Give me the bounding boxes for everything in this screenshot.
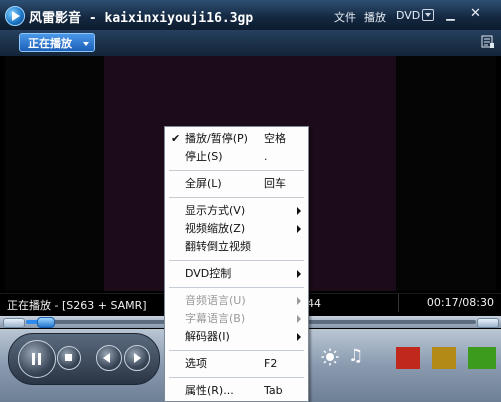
app-logo-icon [5, 6, 25, 26]
menu-item-label: 显示方式(V) [185, 204, 246, 217]
menu-item-label: DVD控制 [185, 267, 232, 280]
stop-button[interactable] [57, 346, 81, 370]
submenu-arrow-icon [297, 315, 301, 323]
context-menu: ✔ 播放/暂停(P) 空格 停止(S) . 全屏(L) 回车 显示方式(V) 视… [164, 126, 309, 402]
chevron-down-icon [83, 42, 89, 46]
menu-item-label: 停止(S) [185, 150, 223, 163]
status-text: 正在播放 - [S263 + SAMR] [7, 299, 147, 312]
menu-item-shortcut: . [264, 150, 268, 163]
menu-item-audio-language[interactable]: 音频语言(U) [166, 292, 307, 310]
menu-item-play-pause[interactable]: ✔ 播放/暂停(P) 空格 [166, 130, 307, 148]
menu-item-display-mode[interactable]: 显示方式(V) [166, 202, 307, 220]
menu-item-shortcut: F2 [264, 357, 278, 370]
brightness-icon[interactable] [321, 348, 339, 366]
file-name: kaixinxiyouji16.3gp [104, 11, 254, 26]
menu-separator [169, 197, 304, 198]
previous-button[interactable] [96, 345, 122, 371]
menu-separator [169, 170, 304, 171]
menu-item-label: 选项 [185, 357, 207, 370]
app-title: 风雷影音 [29, 11, 82, 26]
menu-item-label: 翻转倒立视频 [185, 240, 251, 253]
time-readout: 00:17/08:30 [398, 294, 494, 312]
submenu-arrow-icon [297, 297, 301, 305]
menu-item-label: 字幕语言(B) [185, 312, 246, 325]
menu-item-fullscreen[interactable]: 全屏(L) 回车 [166, 175, 307, 193]
menu-item-properties[interactable]: 属性(R)... Tab [166, 382, 307, 400]
color-swatch-gold[interactable] [432, 347, 456, 369]
menu-item-label: 音频语言(U) [185, 294, 246, 307]
menu-item-video-zoom[interactable]: 视频缩放(Z) [166, 220, 307, 238]
menu-item-shortcut: Tab [264, 384, 283, 397]
menu-item-label: 全屏(L) [185, 177, 222, 190]
pause-button[interactable] [18, 340, 56, 378]
playlist-icon[interactable] [481, 35, 495, 49]
menu-file[interactable]: 文件 [334, 9, 356, 25]
color-swatch-red[interactable] [396, 347, 420, 369]
player-window: 风雷影音 - kaixinxiyouji16.3gp 文件 播放 DVD ▁ ✕… [0, 0, 501, 402]
window-title: 风雷影音 - kaixinxiyouji16.3gp [29, 7, 253, 26]
submenu-arrow-icon [297, 207, 301, 215]
menu-item-shortcut: 回车 [264, 177, 286, 190]
next-button[interactable] [124, 345, 150, 371]
minimize-icon[interactable]: ▁ [444, 8, 457, 21]
menu-item-decoder[interactable]: 解码器(I) [166, 328, 307, 346]
submenu-arrow-icon [297, 333, 301, 341]
menu-item-label: 属性(R)... [185, 384, 234, 397]
menu-item-label: 解码器(I) [185, 330, 230, 343]
color-swatch-green[interactable] [468, 347, 496, 369]
check-icon: ✔ [171, 132, 181, 145]
menu-separator [169, 287, 304, 288]
seek-thumb[interactable] [37, 317, 56, 328]
title-separator: - [88, 11, 97, 26]
submenu-arrow-icon [297, 270, 301, 278]
menu-separator [169, 260, 304, 261]
menu-separator [169, 377, 304, 378]
seek-forward-button[interactable] [477, 318, 499, 328]
seek-back-button[interactable] [3, 318, 25, 328]
menu-item-options[interactable]: 选项 F2 [166, 355, 307, 373]
menu-item-label: 播放/暂停(P) [185, 132, 248, 145]
menu-item-subtitle-language[interactable]: 字幕语言(B) [166, 310, 307, 328]
menu-play[interactable]: 播放 [364, 9, 386, 25]
now-playing-tab[interactable]: 正在播放 [19, 33, 95, 52]
submenu-arrow-icon [297, 225, 301, 233]
close-icon[interactable]: ✕ [469, 7, 482, 20]
menu-item-shortcut: 空格 [264, 132, 286, 145]
menu-separator [169, 350, 304, 351]
now-playing-label: 正在播放 [28, 37, 72, 50]
menu-dvd[interactable]: DVD [396, 9, 420, 22]
music-icon[interactable]: ♫ [348, 347, 363, 365]
menu-item-label: 视频缩放(Z) [185, 222, 246, 235]
menu-item-dvd-control[interactable]: DVD控制 [166, 265, 307, 283]
status-mid-text: 44 [307, 297, 321, 310]
menu-item-flip-video[interactable]: 翻转倒立视频 [166, 238, 307, 256]
dropdown-icon[interactable] [422, 9, 434, 21]
menu-item-stop[interactable]: 停止(S) . [166, 148, 307, 166]
